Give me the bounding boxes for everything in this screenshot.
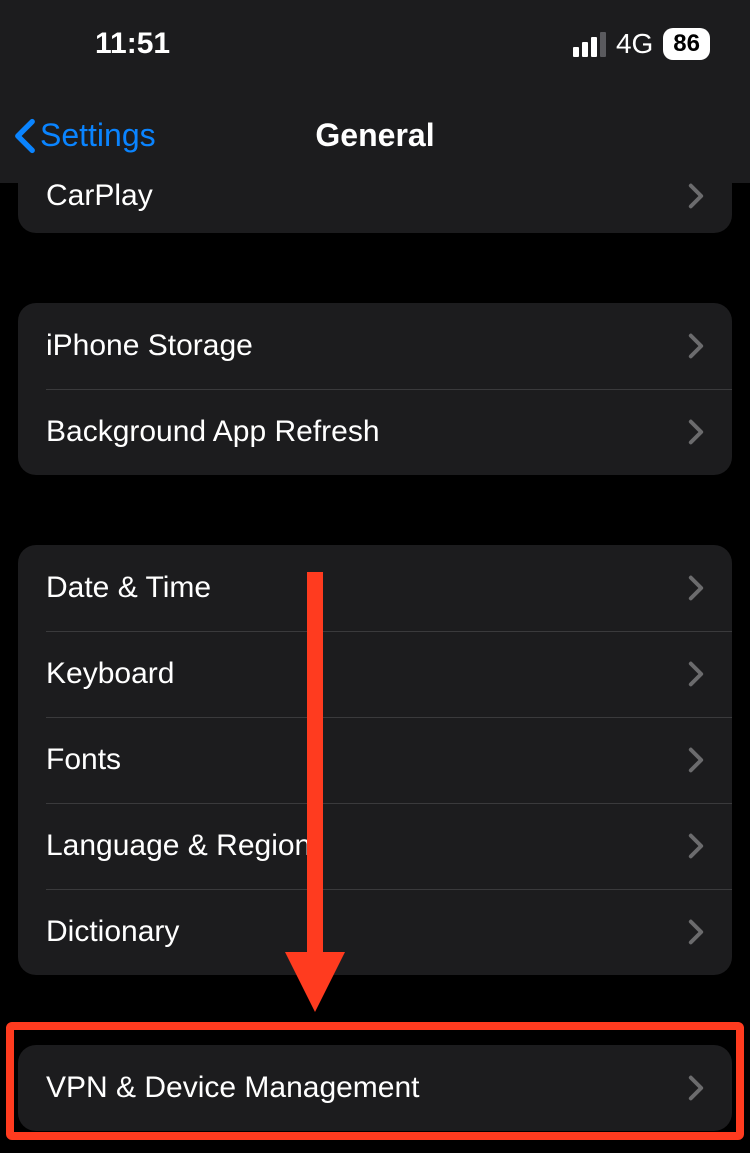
settings-group: iPhone Storage Background App Refresh bbox=[18, 303, 732, 475]
chevron-right-icon bbox=[688, 661, 704, 687]
row-dictionary[interactable]: Dictionary bbox=[18, 889, 732, 975]
status-time: 11:51 bbox=[95, 27, 170, 61]
chevron-right-icon bbox=[688, 833, 704, 859]
settings-group: VPN & Device Management bbox=[18, 1045, 732, 1131]
chevron-right-icon bbox=[688, 575, 704, 601]
row-carplay[interactable]: CarPlay bbox=[18, 183, 732, 233]
settings-group: Date & Time Keyboard Fonts Language & Re… bbox=[18, 545, 732, 975]
back-button[interactable]: Settings bbox=[14, 117, 156, 154]
row-label: Language & Region bbox=[46, 829, 311, 863]
row-label: VPN & Device Management bbox=[46, 1071, 420, 1105]
row-iphone-storage[interactable]: iPhone Storage bbox=[18, 303, 732, 389]
row-label: Date & Time bbox=[46, 571, 211, 605]
row-label: iPhone Storage bbox=[46, 329, 253, 363]
chevron-right-icon bbox=[688, 919, 704, 945]
row-fonts[interactable]: Fonts bbox=[18, 717, 732, 803]
status-right: 4G 86 bbox=[573, 28, 710, 60]
chevron-right-icon bbox=[688, 333, 704, 359]
signal-icon bbox=[573, 32, 606, 57]
chevron-right-icon bbox=[688, 747, 704, 773]
page-title: General bbox=[315, 117, 434, 154]
row-keyboard[interactable]: Keyboard bbox=[18, 631, 732, 717]
row-vpn-device-management[interactable]: VPN & Device Management bbox=[18, 1045, 732, 1131]
battery-indicator: 86 bbox=[663, 28, 710, 60]
row-background-app-refresh[interactable]: Background App Refresh bbox=[18, 389, 732, 475]
network-label: 4G bbox=[616, 28, 653, 60]
row-date-time[interactable]: Date & Time bbox=[18, 545, 732, 631]
chevron-right-icon bbox=[688, 1075, 704, 1101]
row-label: Dictionary bbox=[46, 915, 179, 949]
row-language-region[interactable]: Language & Region bbox=[18, 803, 732, 889]
nav-bar: Settings General bbox=[0, 88, 750, 183]
back-label: Settings bbox=[40, 117, 156, 154]
settings-group: CarPlay bbox=[18, 183, 732, 233]
chevron-right-icon bbox=[688, 183, 704, 209]
content: CarPlay iPhone Storage Background App Re… bbox=[0, 183, 750, 1131]
chevron-left-icon bbox=[14, 118, 36, 154]
row-label: Background App Refresh bbox=[46, 415, 380, 449]
row-label: Keyboard bbox=[46, 657, 174, 691]
row-label: CarPlay bbox=[46, 183, 153, 213]
status-bar: 11:51 4G 86 bbox=[0, 0, 750, 88]
chevron-right-icon bbox=[688, 419, 704, 445]
row-label: Fonts bbox=[46, 743, 121, 777]
